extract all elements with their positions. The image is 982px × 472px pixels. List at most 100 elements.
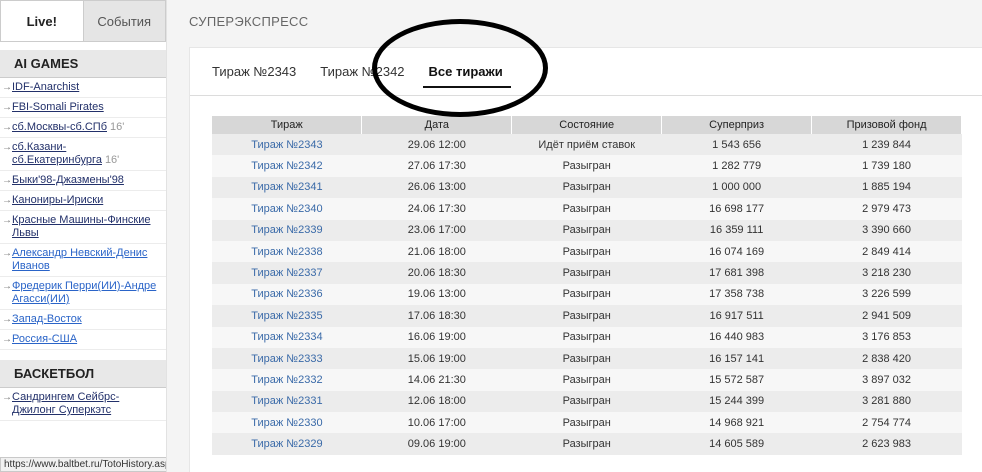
sidebar-match-item[interactable]: → Запад-Восток: [0, 310, 166, 330]
sidebar-match-item[interactable]: → Александр Невский-Денис Иванов: [0, 244, 166, 277]
draw-link[interactable]: Тираж №2340: [212, 198, 362, 219]
draw-superprize: 16 074 169: [709, 245, 765, 258]
draw-link[interactable]: Тираж №2334: [212, 327, 362, 348]
table-row: Тираж №2329 09.06 19:00 Разыгран 14 605 589…: [212, 433, 962, 455]
sidebar-match-item[interactable]: → Сандрингем Сейбрс-Джилонг Суперкэтс: [0, 388, 166, 421]
arrow-right-icon: →: [2, 82, 12, 93]
sidebar-match-link[interactable]: FBI-Somali Pirates: [12, 101, 104, 113]
table-row: Тираж №2332 14.06 21:30 Разыгран 15 572 587…: [212, 369, 962, 391]
sidebar-match-item[interactable]: → сб.Москвы-сб.СПб 16': [0, 118, 166, 138]
draw-superprize: 15 244 399: [709, 395, 765, 408]
match-minute: 16': [110, 121, 125, 133]
sidebar-match-link[interactable]: Александр Невский-Денис Иванов: [12, 247, 147, 272]
sidebar-match-link[interactable]: Запад-Восток: [12, 313, 82, 325]
column-header-draw: Тираж: [212, 116, 363, 134]
draw-superprize: 14 605 589: [709, 438, 765, 451]
draw-tabs: Тираж №2343 Тираж №2342 Все тиражи: [190, 48, 982, 96]
draw-superprize: 1 543 656: [712, 138, 762, 151]
sidebar-match-item[interactable]: → FBI-Somali Pirates: [0, 98, 166, 118]
draw-prize-fund: 3 226 599: [862, 288, 911, 301]
draws-table: Тираж Дата Состояние Суперприз Призовой …: [212, 116, 962, 455]
draw-date: 09.06 19:00: [407, 438, 466, 451]
sidebar-match-link[interactable]: Россия-США: [12, 333, 77, 345]
draw-link[interactable]: Тираж №2333: [212, 348, 362, 369]
tab-draw-2342[interactable]: Тираж №2342: [320, 48, 404, 96]
draw-date: 17.06 18:30: [407, 309, 466, 322]
draw-date: 29.06 12:00: [407, 138, 466, 151]
sidebar-match-item[interactable]: → Канониры-Ириски: [0, 191, 166, 211]
sidebar-match-item[interactable]: → Россия-США: [0, 330, 166, 350]
draw-link[interactable]: Тираж №2337: [212, 262, 362, 283]
table-row: Тираж №2335 17.06 18:30 Разыгран 16 917 511…: [212, 305, 962, 327]
draw-status: Разыгран: [562, 288, 611, 301]
draw-prize-fund: 2 941 509: [862, 309, 911, 322]
table-row: Тираж №2343 29.06 12:00 Идёт приём ставок 1…: [212, 134, 962, 156]
draw-link[interactable]: Тираж №2335: [212, 305, 362, 326]
column-header-status: Состояние: [511, 116, 663, 134]
column-header-date: Дата: [361, 116, 513, 134]
draw-date: 23.06 17:00: [407, 224, 466, 237]
tab-events[interactable]: События: [82, 0, 166, 42]
draw-date: 26.06 13:00: [407, 181, 466, 194]
tab-live[interactable]: Live!: [0, 0, 83, 42]
draw-link[interactable]: Тираж №2329: [212, 433, 362, 454]
draw-date: 15.06 19:00: [407, 352, 466, 365]
draw-superprize: 16 698 177: [709, 202, 765, 215]
draw-superprize: 16 157 141: [709, 352, 765, 365]
arrow-right-icon: →: [2, 215, 12, 226]
arrow-right-icon: →: [2, 195, 12, 206]
draw-superprize: 1 282 779: [712, 160, 762, 173]
table-row: Тираж №2330 10.06 17:00 Разыгран 14 968 921…: [212, 412, 962, 434]
draw-status: Разыгран: [562, 202, 611, 215]
table-row: Тираж №2339 23.06 17:00 Разыгран 16 359 111…: [212, 219, 962, 241]
sidebar-match-link[interactable]: Красные Машины-Финские Львы: [12, 214, 150, 239]
draw-prize-fund: 1 885 194: [862, 181, 911, 194]
sidebar-section-title: БАСКЕТБОЛ: [0, 360, 166, 388]
draw-superprize: 15 572 587: [709, 373, 765, 386]
sidebar-match-link[interactable]: IDF-Anarchist: [12, 81, 79, 93]
tab-draw-2343[interactable]: Тираж №2343: [212, 48, 296, 96]
sidebar: Live! События AI GAMES → IDF-Anarchist → FBI…: [0, 0, 167, 472]
sidebar-section-title: AI GAMES: [0, 50, 166, 78]
draw-prize-fund: 3 390 660: [862, 224, 911, 237]
arrow-right-icon: →: [2, 142, 12, 153]
sidebar-match-link[interactable]: Фредерик Перри(ИИ)-Андре Агасси(ИИ): [12, 280, 156, 305]
sidebar-match-link[interactable]: Канониры-Ириски: [12, 194, 103, 206]
tab-all-draws[interactable]: Все тиражи: [422, 48, 511, 96]
table-row: Тираж №2341 26.06 13:00 Разыгран 1 000 000 1…: [212, 176, 962, 199]
draw-date: 27.06 17:30: [407, 160, 466, 173]
draw-superprize: 16 440 983: [709, 331, 765, 344]
sidebar-match-item[interactable]: → сб.Казани-сб.Екатеринбурга 16': [0, 138, 166, 171]
sidebar-match-link[interactable]: Быки'98-Джазмены'98: [12, 174, 124, 186]
sidebar-match-item[interactable]: → Фредерик Перри(ИИ)-Андре Агасси(ИИ): [0, 277, 166, 310]
table-row: Тираж №2340 24.06 17:30 Разыгран 16 698 177…: [212, 198, 962, 220]
sidebar-match-item[interactable]: → Быки'98-Джазмены'98: [0, 171, 166, 191]
draw-link[interactable]: Тираж №2330: [212, 412, 362, 433]
draw-status: Разыгран: [562, 395, 611, 408]
table-header: Тираж Дата Состояние Суперприз Призовой …: [212, 116, 962, 134]
sidebar-match-item[interactable]: → IDF-Anarchist: [0, 78, 166, 98]
sidebar-match-item[interactable]: → Красные Машины-Финские Львы: [0, 211, 166, 244]
draw-link[interactable]: Тираж №2338: [212, 241, 362, 262]
draw-link[interactable]: Тираж №2341: [212, 177, 362, 198]
draw-link[interactable]: Тираж №2339: [212, 220, 362, 241]
sidebar-match-link[interactable]: сб.Казани-сб.Екатеринбурга: [12, 141, 102, 166]
draw-status: Разыгран: [562, 373, 611, 386]
table-row: Тираж №2334 16.06 19:00 Разыгран 16 440 983…: [212, 326, 962, 348]
draw-link[interactable]: Тираж №2332: [212, 369, 362, 390]
draw-superprize: 16 359 111: [709, 224, 764, 237]
draw-link[interactable]: Тираж №2343: [212, 134, 362, 155]
main-content: СУПЕРЭКСПРЕСС Тираж №2343 Тираж №2342 Вс…: [167, 0, 982, 472]
draw-link[interactable]: Тираж №2342: [212, 155, 362, 176]
draw-prize-fund: 2 849 414: [862, 245, 911, 258]
sidebar-match-link[interactable]: сб.Москвы-сб.СПб: [12, 121, 107, 133]
draw-link[interactable]: Тираж №2336: [212, 284, 362, 305]
draw-status: Разыгран: [562, 245, 611, 258]
sidebar-match-link[interactable]: Сандрингем Сейбрс-Джилонг Суперкэтс: [12, 391, 119, 416]
arrow-right-icon: →: [2, 175, 12, 186]
arrow-right-icon: →: [2, 248, 12, 259]
arrow-right-icon: →: [2, 314, 12, 325]
draw-status: Разыгран: [562, 224, 611, 237]
column-header-prize-fund: Призовой фонд: [811, 116, 962, 134]
draw-link[interactable]: Тираж №2331: [212, 391, 362, 412]
